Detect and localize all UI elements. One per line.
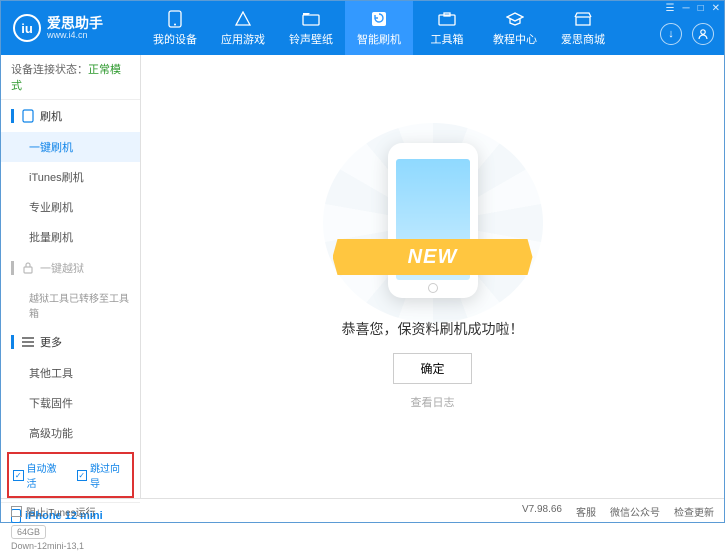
indicator-icon [11,261,14,275]
sidebar: 设备连接状态：正常模式 刷机 一键刷机 iTunes刷机 专业刷机 批量刷机 一… [1,55,141,498]
new-ribbon: NEW [333,239,533,275]
storage-badge: 64GB [11,525,46,539]
nav-ringtones[interactable]: 铃声壁纸 [277,1,345,55]
checkbox-label: 自动激活 [27,460,65,490]
nav-label: 智能刷机 [357,31,401,47]
nav-toolbox[interactable]: 工具箱 [413,1,481,55]
logo-area: iu 爱思助手 www.i4.cn [1,14,141,42]
sidebar-header-flash[interactable]: 刷机 [1,100,140,132]
refresh-icon [370,10,388,28]
sidebar-item-other[interactable]: 其他工具 [1,358,140,388]
nav-label: 我的设备 [153,31,197,47]
sidebar-header-more[interactable]: 更多 [1,326,140,358]
block-itunes-label[interactable]: 阻止iTunes运行 [26,504,96,519]
sidebar-group-title: 更多 [40,334,62,350]
sidebar-item-firmware[interactable]: 下载固件 [1,388,140,418]
sidebar-note: 越狱工具已转移至工具箱 [1,284,140,326]
close-button[interactable]: ✕ [712,3,720,14]
minimize-button[interactable]: ─ [682,3,689,14]
nav-store[interactable]: 爱思商城 [549,1,617,55]
checkbox-label: 跳过向导 [90,460,128,490]
nav-tutorials[interactable]: 教程中心 [481,1,549,55]
sidebar-item-advanced[interactable]: 高级功能 [1,418,140,448]
phone-icon [22,109,34,123]
user-button[interactable] [692,23,714,45]
version-label: V7.98.66 [522,504,562,519]
store-icon [574,10,592,28]
status-label: 设备连接状态： [11,64,88,76]
checkbox-skip-wizard[interactable]: ✓ 跳过向导 [77,460,129,490]
customer-service-link[interactable]: 客服 [576,504,596,519]
checkbox-icon: ✓ [13,470,24,481]
header: iu 爱思助手 www.i4.cn 我的设备 应用游戏 铃声壁纸 智能刷机 工具… [1,1,724,55]
sidebar-item-pro[interactable]: 专业刷机 [1,192,140,222]
indicator-icon [11,109,14,123]
success-message: 恭喜您，保资料刷机成功啦！ [342,319,524,339]
sidebar-item-oneclick[interactable]: 一键刷机 [1,132,140,162]
folder-icon [302,10,320,28]
menu-icon[interactable]: ☰ [666,3,675,14]
nav-apps[interactable]: 应用游戏 [209,1,277,55]
nav-label: 爱思商城 [561,31,605,47]
download-button[interactable]: ↓ [660,23,682,45]
success-illustration: NEW [343,143,523,303]
checkbox-auto-activate[interactable]: ✓ 自动激活 [13,460,65,490]
confirm-button[interactable]: 确定 [393,353,471,384]
apps-icon [234,10,252,28]
sidebar-item-batch[interactable]: 批量刷机 [1,222,140,252]
nav-my-device[interactable]: 我的设备 [141,1,209,55]
phone-icon [166,10,184,28]
view-log-link[interactable]: 查看日志 [411,394,455,410]
sidebar-group-title: 一键越狱 [40,260,84,276]
lock-icon [22,262,34,274]
sidebar-group-more: 更多 其他工具 下载固件 高级功能 [1,326,140,448]
briefcase-icon [438,10,456,28]
sidebar-group-flash: 刷机 一键刷机 iTunes刷机 专业刷机 批量刷机 [1,100,140,252]
sidebar-group-jailbreak: 一键越狱 越狱工具已转移至工具箱 [1,252,140,326]
nav-label: 工具箱 [431,31,464,47]
check-update-link[interactable]: 检查更新 [674,504,714,519]
list-icon [22,337,34,347]
graduation-icon [506,10,524,28]
window-controls: ☰ ─ □ ✕ [666,3,721,14]
checkbox-icon: ✓ [77,470,88,481]
sidebar-item-itunes[interactable]: iTunes刷机 [1,162,140,192]
maximize-button[interactable]: □ [698,3,704,14]
checkbox-row: ✓ 自动激活 ✓ 跳过向导 [7,452,134,498]
nav-label: 教程中心 [493,31,537,47]
app-url: www.i4.cn [47,30,103,40]
footer-right: V7.98.66 客服 微信公众号 检查更新 [522,504,714,519]
sidebar-group-title: 刷机 [40,108,62,124]
main-content: NEW 恭喜您，保资料刷机成功啦！ 确定 查看日志 [141,55,724,498]
checkbox-icon[interactable] [11,506,22,517]
sidebar-header-jailbreak: 一键越狱 [1,252,140,284]
body: 设备连接状态：正常模式 刷机 一键刷机 iTunes刷机 专业刷机 批量刷机 一… [1,55,724,498]
indicator-icon [11,335,14,349]
top-nav: 我的设备 应用游戏 铃声壁纸 智能刷机 工具箱 教程中心 爱思商城 [141,1,617,55]
nav-flash[interactable]: 智能刷机 [345,1,413,55]
nav-label: 应用游戏 [221,31,265,47]
device-sub: Down-12mini-13,1 [11,541,130,551]
connection-status: 设备连接状态：正常模式 [1,55,140,100]
nav-label: 铃声壁纸 [289,31,333,47]
home-button-icon [428,283,438,293]
wechat-link[interactable]: 微信公众号 [610,504,660,519]
logo-icon: iu [13,14,41,42]
app-name: 爱思助手 [47,16,103,30]
header-right: ↓ [660,23,714,45]
